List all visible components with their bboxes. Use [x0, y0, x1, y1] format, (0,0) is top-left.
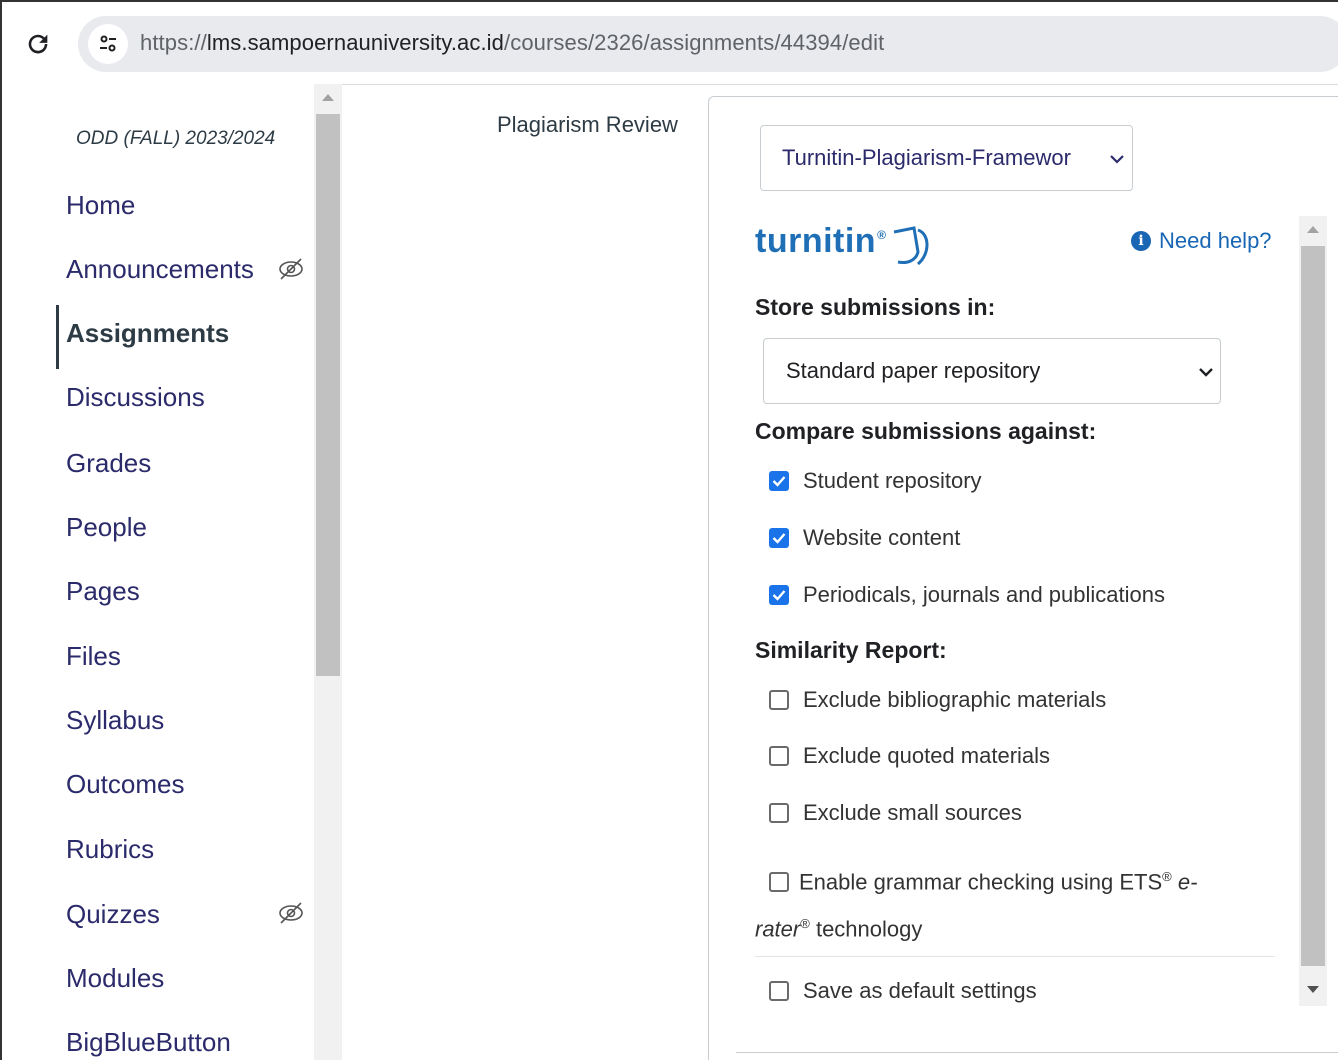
similarity-report-heading: Similarity Report: — [755, 637, 947, 663]
sidebar-scrollbar[interactable] — [314, 84, 342, 1060]
turnitin-logo-text: turnitin — [755, 222, 877, 260]
checkbox-checked-icon[interactable] — [769, 585, 789, 605]
url-host: lms.sampoernauniversity.ac.id — [206, 30, 505, 55]
periodicals-label: Periodicals, journals and publications — [803, 582, 1165, 607]
term-label: ODD (FALL) 2023/2024 — [76, 128, 276, 149]
turnitin-frame-scrollbar[interactable] — [1299, 216, 1327, 1006]
turnitin-paper-icon — [894, 226, 929, 266]
need-help-link[interactable]: i Need help? — [1131, 228, 1272, 254]
turnitin-settings-frame: turnitin ® i Need help? Store submission… — [737, 216, 1327, 1006]
website-content-checkbox[interactable]: Website content — [769, 525, 960, 551]
exclude-bibliographic-checkbox[interactable]: Exclude bibliographic materials — [769, 687, 1106, 713]
scroll-up-arrow-icon[interactable] — [322, 94, 334, 101]
exclude-quoted-label: Exclude quoted materials — [803, 743, 1051, 768]
nav-announcements[interactable]: Announcements — [66, 254, 254, 285]
address-bar[interactable]: https://lms.sampoernauniversity.ac.id/co… — [78, 16, 1338, 72]
active-indicator — [56, 305, 59, 369]
url-text: https://lms.sampoernauniversity.ac.id/co… — [140, 30, 884, 56]
nav-outcomes[interactable]: Outcomes — [66, 769, 185, 800]
periodicals-checkbox[interactable]: Periodicals, journals and publications — [769, 582, 1165, 608]
section-divider — [755, 956, 1275, 957]
erater-em-part2: rater — [755, 916, 801, 942]
erater-em-part1: e- — [1177, 869, 1198, 895]
scroll-down-arrow-icon[interactable] — [1307, 986, 1319, 993]
student-repository-label: Student repository — [803, 468, 982, 493]
scrollbar-thumb[interactable] — [1301, 246, 1325, 966]
checkbox-checked-icon[interactable] — [769, 471, 789, 491]
exclude-small-sources-label: Exclude small sources — [803, 800, 1022, 825]
nav-files[interactable]: Files — [66, 641, 121, 672]
eye-slash-icon — [279, 902, 303, 924]
framework-select-value: Turnitin-Plagiarism-Framewor — [782, 145, 1071, 170]
store-submissions-heading: Store submissions in: — [755, 294, 996, 320]
eye-slash-icon — [279, 258, 303, 280]
reload-icon[interactable] — [24, 30, 52, 58]
exclude-small-sources-checkbox[interactable]: Exclude small sources — [769, 800, 1022, 826]
scrollbar-thumb[interactable] — [316, 114, 340, 676]
repository-select[interactable]: Standard paper repository — [763, 338, 1221, 404]
save-default-checkbox[interactable]: Save as default settings — [769, 978, 1037, 1004]
compare-submissions-heading: Compare submissions against: — [755, 418, 1097, 444]
nav-syllabus[interactable]: Syllabus — [66, 705, 164, 736]
checkbox-unchecked-icon[interactable] — [769, 872, 789, 893]
nav-pages[interactable]: Pages — [66, 576, 140, 607]
info-icon: i — [1131, 231, 1151, 251]
grammar-label-part2: technology — [809, 916, 923, 942]
checkbox-unchecked-icon[interactable] — [769, 981, 789, 1001]
save-default-label: Save as default settings — [803, 978, 1037, 1003]
grammar-label-part1: Enable grammar checking using ETS — [799, 869, 1163, 895]
nav-home[interactable]: Home — [66, 190, 135, 221]
nav-assignments[interactable]: Assignments — [66, 318, 229, 349]
course-navigation: ODD (FALL) 2023/2024 Home Announcements … — [0, 84, 342, 1060]
registered-mark: ® — [1162, 869, 1172, 884]
chevron-down-icon — [1110, 155, 1124, 164]
nav-discussions[interactable]: Discussions — [66, 382, 205, 413]
browser-toolbar: https://lms.sampoernauniversity.ac.id/co… — [0, 0, 1338, 85]
repository-select-value: Standard paper repository — [786, 358, 1041, 383]
turnitin-logo: turnitin ® — [755, 222, 934, 268]
checkbox-unchecked-icon[interactable] — [769, 690, 789, 710]
student-repository-checkbox[interactable]: Student repository — [769, 468, 982, 494]
checkbox-unchecked-icon[interactable] — [769, 803, 789, 823]
checkbox-checked-icon[interactable] — [769, 528, 789, 548]
nav-people[interactable]: People — [66, 512, 147, 543]
nav-modules[interactable]: Modules — [66, 963, 164, 994]
chevron-down-icon — [1199, 368, 1213, 377]
plagiarism-review-label: Plagiarism Review — [497, 112, 678, 137]
grammar-checking-option[interactable]: Enable grammar checking using ETS® e-rat… — [755, 856, 1225, 951]
panel-bottom-divider — [736, 1052, 1338, 1053]
registered-mark: ® — [800, 916, 810, 932]
website-content-label: Website content — [803, 525, 961, 550]
exclude-bibliographic-label: Exclude bibliographic materials — [803, 687, 1107, 712]
nav-grades[interactable]: Grades — [66, 448, 151, 479]
nav-quizzes[interactable]: Quizzes — [66, 899, 160, 930]
need-help-label: Need help? — [1159, 228, 1272, 253]
url-prefix: https:// — [140, 30, 207, 55]
turnitin-logo-mark: ® — [877, 228, 887, 242]
checkbox-unchecked-icon[interactable] — [769, 746, 789, 766]
nav-bigbluebutton[interactable]: BigBlueButton — [66, 1027, 231, 1058]
site-settings-icon[interactable] — [88, 24, 128, 64]
exclude-quoted-checkbox[interactable]: Exclude quoted materials — [769, 743, 1050, 769]
url-path: /courses/2326/assignments/44394/edit — [504, 30, 885, 55]
plagiarism-framework-select[interactable]: Turnitin-Plagiarism-Framewor — [760, 125, 1133, 191]
nav-rubrics[interactable]: Rubrics — [66, 834, 154, 865]
scroll-up-arrow-icon[interactable] — [1307, 226, 1319, 233]
